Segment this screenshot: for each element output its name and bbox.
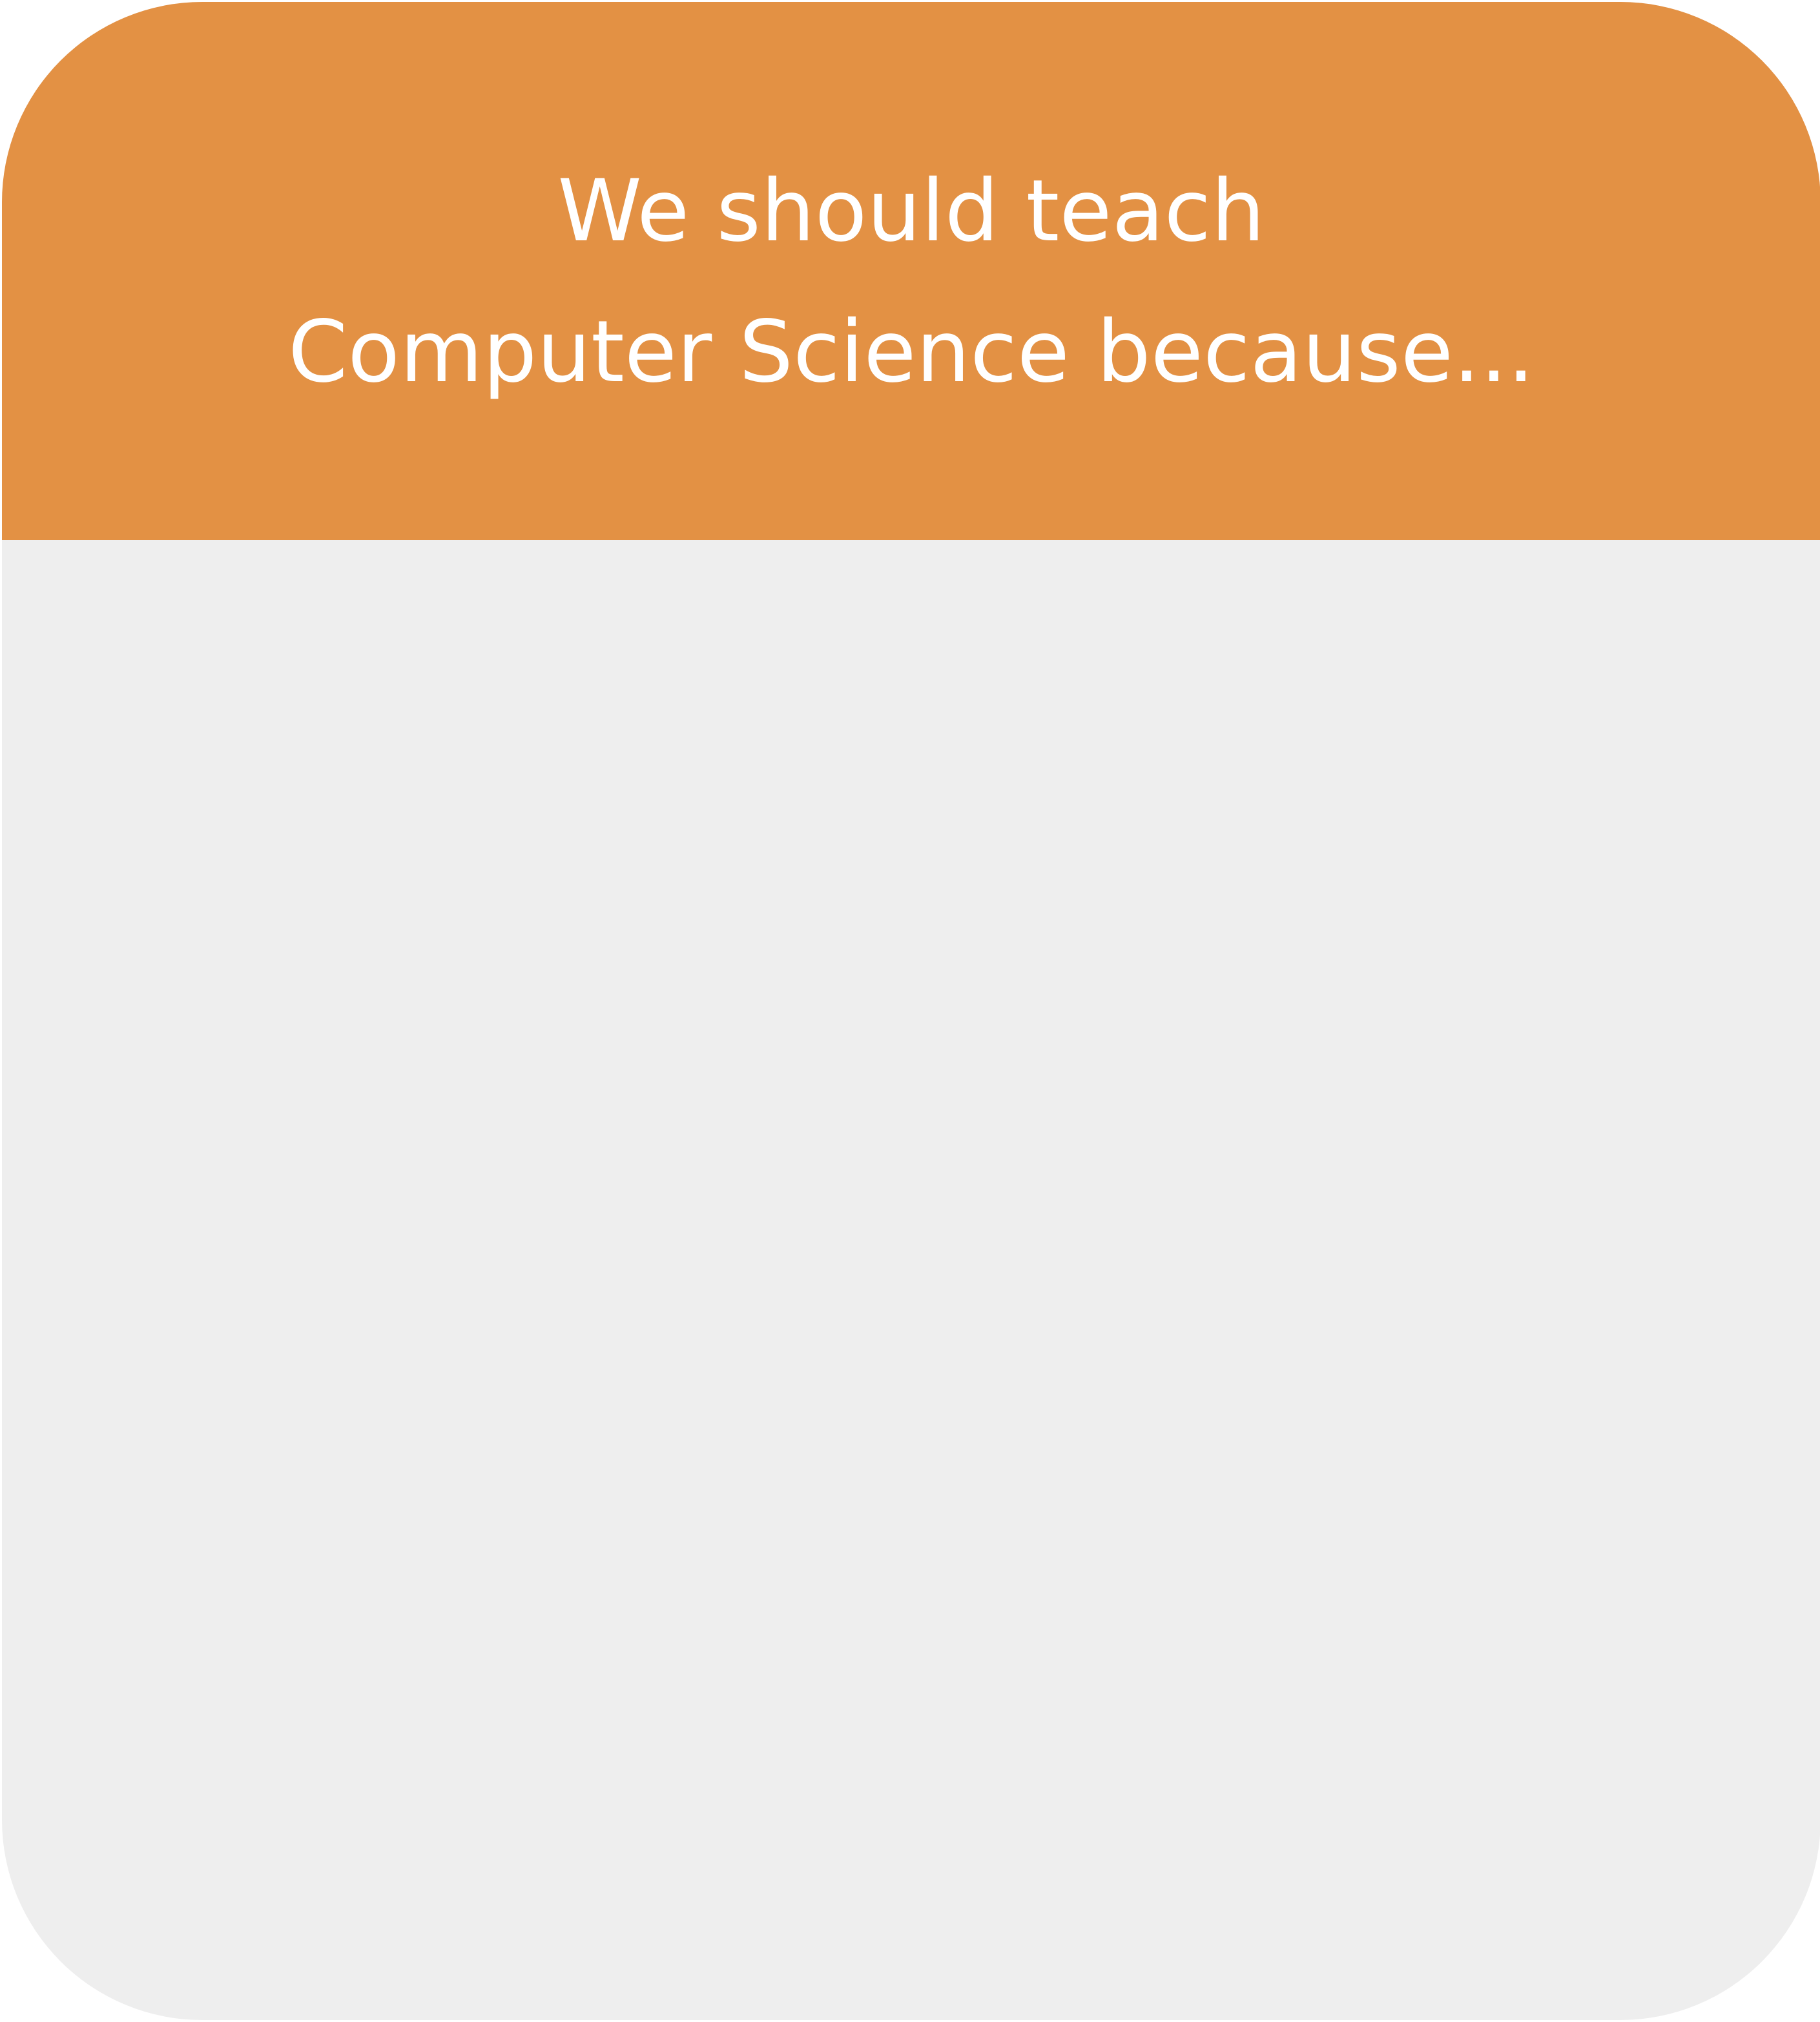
title-line-2: Computer Science because... <box>288 302 1535 402</box>
card-header: We should teach Computer Science because… <box>2 2 1820 540</box>
title-line-1: We should teach <box>557 162 1265 261</box>
card-body <box>2 540 1820 2020</box>
prompt-card: We should teach Computer Science because… <box>2 2 1820 2020</box>
card-title: We should teach Computer Science because… <box>2 141 1820 422</box>
